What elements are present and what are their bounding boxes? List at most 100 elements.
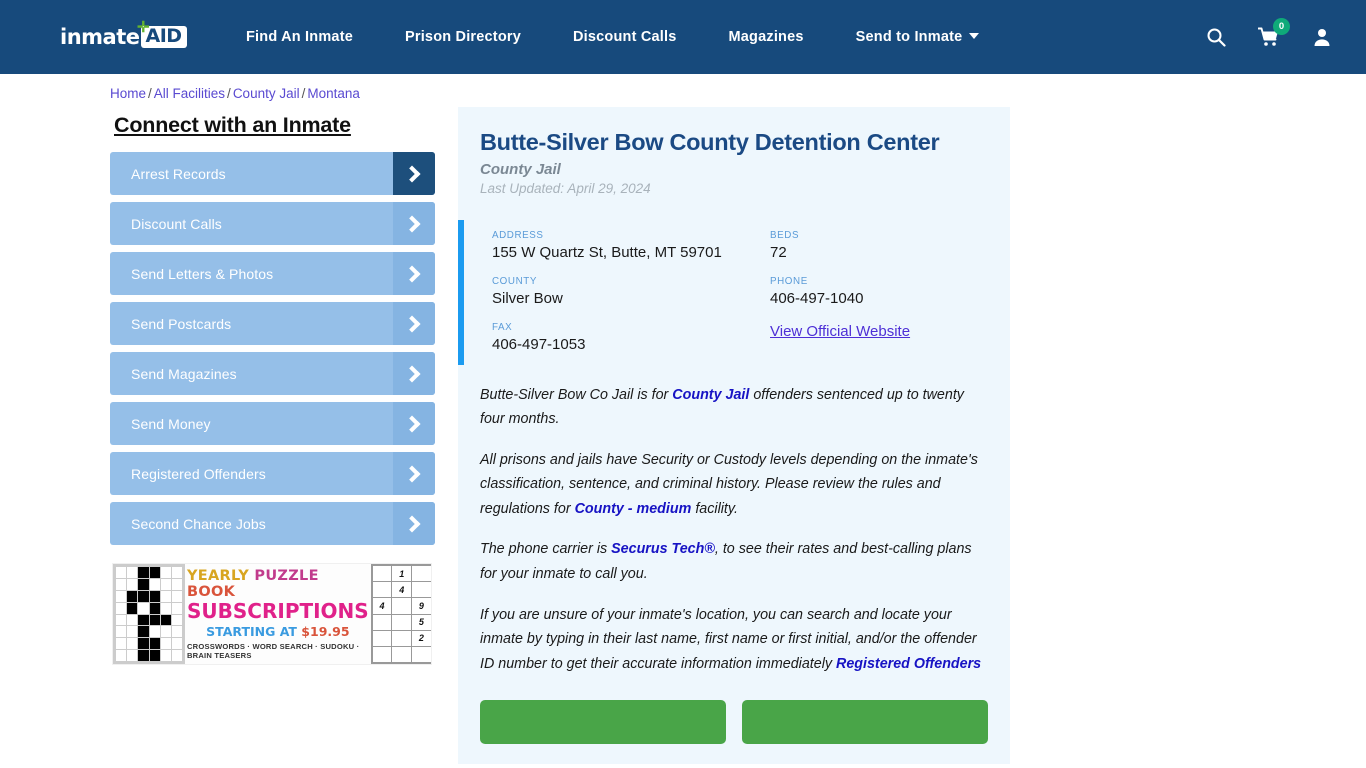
p2-text-b: facility. [691, 500, 738, 517]
cta-button-left[interactable] [480, 700, 726, 745]
info-value: Silver Bow [492, 290, 563, 308]
chevron-down-icon [969, 33, 980, 40]
paragraph-3: The phone carrier is Securus Tech®, to s… [480, 537, 988, 586]
ad-line-1: YEARLY PUZZLE BOOK [187, 568, 369, 600]
info-label: COUNTY [492, 276, 537, 288]
nav-item-discount-calls[interactable]: Discount Calls [573, 23, 677, 51]
header-icon-group: 0 [1206, 18, 1350, 47]
p2-highlight-county-medium[interactable]: County - medium [575, 501, 692, 517]
sidebar-item-label: Second Chance Jobs [131, 515, 266, 532]
breadcrumb-item-montana[interactable]: Montana [307, 86, 360, 101]
nav-item-send-to-inmate[interactable]: Send to Inmate [856, 23, 980, 51]
sidebar-item-registered-offenders[interactable]: Registered Offenders [110, 452, 435, 495]
ad-line1-part2: PUZZLE [254, 568, 319, 584]
p1-text-a: Butte-Silver Bow Co Jail is for [480, 386, 673, 403]
search-icon[interactable] [1206, 27, 1226, 47]
chevron-right-icon [393, 352, 435, 395]
ad-line1-part1: YEARLY [187, 568, 255, 584]
sidebar-item-label: Send Magazines [131, 365, 237, 382]
info-field-website: View Official Website [770, 322, 988, 354]
facility-description: Butte-Silver Bow Co Jail is for County J… [458, 365, 1010, 677]
chevron-right-icon [393, 502, 435, 545]
info-field-address: ADDRESS 155 W Quartz St, Butte, MT 59701 [492, 230, 770, 262]
ad-text-block: YEARLY PUZZLE BOOK SUBSCRIPTIONS STARTIN… [185, 564, 371, 664]
paragraph-2: All prisons and jails have Security or C… [480, 448, 988, 522]
info-label: ADDRESS [492, 230, 544, 242]
chevron-right-icon [393, 252, 435, 295]
sidebar-item-label: Registered Offenders [131, 465, 266, 482]
cta-button-right[interactable] [742, 700, 988, 745]
main-navigation: Find An Inmate Prison Directory Discount… [246, 23, 1206, 51]
site-header: inmate ✛ AID Find An Inmate Prison Direc… [0, 0, 1366, 74]
paragraph-4: If you are unsure of your inmate's locat… [480, 603, 988, 677]
breadcrumb-separator: / [227, 86, 231, 101]
sidebar-item-label: Send Postcards [131, 315, 232, 332]
breadcrumb: Home / All Facilities / County Jail / Montana [110, 74, 1120, 107]
facility-last-updated: Last Updated: April 29, 2024 [480, 181, 651, 197]
sidebar-item-send-postcards[interactable]: Send Postcards [110, 302, 435, 345]
p3-highlight-securus-tech[interactable]: Securus Tech® [611, 541, 715, 557]
chevron-right-icon [393, 302, 435, 345]
sidebar-item-arrest-records[interactable]: Arrest Records [110, 152, 435, 195]
ad-line-2: SUBSCRIPTIONS [187, 599, 369, 623]
breadcrumb-item-all-facilities[interactable]: All Facilities [154, 86, 225, 101]
info-field-fax: FAX 406-497-1053 [492, 322, 770, 354]
sidebar-title: Connect with an Inmate [114, 113, 351, 137]
cart-icon[interactable]: 0 [1257, 18, 1290, 47]
page-title: Butte-Silver Bow County Detention Center [480, 129, 940, 155]
info-field-beds: BEDS 72 [770, 230, 988, 262]
chevron-right-icon [393, 202, 435, 245]
view-official-website-link[interactable]: View Official Website [770, 323, 910, 340]
facility-info-grid: ADDRESS 155 W Quartz St, Butte, MT 59701… [492, 230, 988, 355]
logo-plus-icon: ✛ [137, 19, 150, 36]
chevron-right-icon [393, 402, 435, 445]
sidebar: Connect with an Inmate Arrest Records Di… [110, 107, 440, 665]
info-value: 72 [770, 244, 787, 262]
breadcrumb-item-county-jail[interactable]: County Jail [233, 86, 300, 101]
info-value: 406-497-1040 [770, 290, 864, 308]
ad-line-3: STARTING AT $19.95 [206, 624, 349, 639]
puzzle-book-ad-banner[interactable]: YEARLY PUZZLE BOOK SUBSCRIPTIONS STARTIN… [112, 563, 432, 665]
nav-item-prison-directory[interactable]: Prison Directory [405, 23, 521, 51]
ad-line3-part1: STARTING AT [206, 624, 302, 639]
p4-highlight-registered-offenders[interactable]: Registered Offenders [836, 656, 981, 672]
sidebar-item-send-magazines[interactable]: Send Magazines [110, 352, 435, 395]
two-column-layout: Connect with an Inmate Arrest Records Di… [110, 107, 1120, 765]
nav-item-send-to-inmate-label: Send to Inmate [855, 29, 963, 45]
sidebar-item-discount-calls[interactable]: Discount Calls [110, 202, 435, 245]
content-container: Home / All Facilities / County Jail / Montana … [110, 74, 1120, 765]
chevron-right-icon [393, 452, 435, 495]
info-value: 155 W Quartz St, Butte, MT 59701 [492, 244, 722, 262]
facility-info-block: ADDRESS 155 W Quartz St, Butte, MT 59701… [458, 220, 1010, 365]
sudoku-grid-graphic: 144952 [370, 564, 431, 664]
chevron-right-icon [393, 152, 435, 195]
info-field-phone: PHONE 406-497-1040 [770, 276, 988, 308]
info-label: BEDS [770, 230, 800, 242]
page-body: Home / All Facilities / County Jail / Montana … [0, 74, 1366, 765]
ad-price: $19.95 [301, 624, 350, 639]
nav-item-magazines[interactable]: Magazines [729, 23, 804, 51]
logo-wordmark: inmate [60, 25, 140, 49]
user-icon[interactable] [1312, 27, 1332, 47]
breadcrumb-item-home[interactable]: Home [110, 86, 146, 101]
sidebar-item-send-money[interactable]: Send Money [110, 402, 435, 445]
info-label: PHONE [770, 276, 808, 288]
nav-item-find-an-inmate[interactable]: Find An Inmate [246, 23, 353, 51]
crossword-grid-graphic [113, 564, 185, 664]
info-value: View Official Website [770, 322, 988, 341]
breadcrumb-separator: / [148, 86, 152, 101]
cart-count-badge: 0 [1273, 18, 1290, 35]
facility-header: Butte-Silver Bow County Detention Center… [458, 125, 1010, 196]
p3-text-a: The phone carrier is [480, 541, 612, 558]
sidebar-item-label: Arrest Records [131, 165, 226, 182]
ad-line-4: CROSSWORDS · WORD SEARCH · SUDOKU · BRAI… [187, 642, 360, 660]
main-content: Butte-Silver Bow County Detention Center… [458, 107, 1120, 765]
p1-highlight-county-jail[interactable]: County Jail [672, 387, 749, 403]
ad-line1-part3: BOOK [187, 584, 236, 600]
sidebar-item-second-chance-jobs[interactable]: Second Chance Jobs [110, 502, 435, 545]
sidebar-item-label: Send Letters & Photos [131, 265, 274, 282]
info-value: 406-497-1053 [492, 336, 586, 354]
sidebar-item-send-letters-photos[interactable]: Send Letters & Photos [110, 252, 435, 295]
site-logo[interactable]: inmate ✛ AID [60, 19, 198, 52]
info-field-county: COUNTY Silver Bow [492, 276, 770, 308]
